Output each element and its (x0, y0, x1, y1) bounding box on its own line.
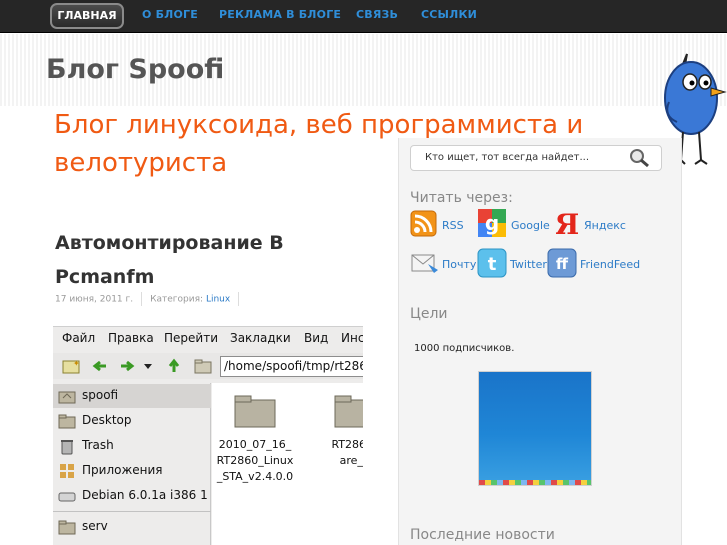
subscribe-friendfeed[interactable]: FriendFeed (580, 258, 640, 271)
home-icon (58, 391, 76, 404)
desktop-folder-icon (58, 414, 76, 429)
folder-icon (58, 520, 76, 535)
fm-side-label: Приложения (82, 463, 163, 477)
fm-side-item: Desktop (53, 409, 211, 433)
fm-path-field: /home/spoofi/tmp/rt2860 (220, 356, 363, 377)
subscribe-google[interactable]: Google (511, 219, 550, 232)
top-navigation: ГЛАВНАЯ О БЛОГЕ РЕКЛАМА В БЛОГЕ СВЯЗЬ СС… (0, 0, 727, 33)
goals-heading: Цели (410, 306, 448, 322)
history-dropdown-icon (144, 364, 152, 369)
rss-icon[interactable] (410, 210, 437, 237)
subscribe-email[interactable]: Почту (442, 258, 476, 271)
home-folder-icon (194, 359, 212, 374)
fm-side-item: Debian 6.0.1a i386 1 (53, 484, 211, 508)
fm-side-label: Trash (82, 438, 114, 452)
fm-file: 2010_07_16_ RT2860_Linux _STA_v2.4.0.0 (210, 393, 300, 485)
subscribe-twitter[interactable]: Twitter (510, 258, 547, 271)
fm-menubar: Файл Правка Перейти Закладки Вид Инс (53, 327, 363, 349)
fm-side-item: serv (53, 515, 211, 539)
nav-advertising[interactable]: РЕКЛАМА В БЛОГЕ (219, 8, 341, 21)
google-icon[interactable]: g (477, 208, 507, 238)
back-icon (92, 360, 106, 372)
fm-menu-view: Вид (304, 331, 329, 345)
goal-progress-image (478, 371, 592, 486)
svg-text:g: g (485, 211, 499, 235)
latest-news-heading: Последние новости (410, 527, 555, 543)
drive-icon (58, 492, 76, 502)
svg-text:✦: ✦ (73, 359, 80, 368)
forward-icon (121, 360, 135, 372)
nav-contact[interactable]: СВЯЗЬ (356, 8, 398, 21)
site-title[interactable]: Блог Spoofi (46, 54, 224, 85)
fm-sidebar: spoofi Desktop Trash Приложения Debian 6… (53, 383, 211, 545)
post-category-link[interactable]: Linux (206, 295, 230, 305)
twitter-icon[interactable]: t (477, 248, 507, 278)
fm-file-area: 2010_07_16_ RT2860_Linux _STA_v2.4.0.0 R… (212, 383, 363, 545)
subscribe-rss[interactable]: RSS (442, 219, 464, 232)
post-title[interactable]: Автомонтирование В Pcmanfm (55, 226, 355, 294)
fm-menu-bookmarks: Закладки (230, 331, 291, 345)
svg-text:t: t (488, 254, 497, 275)
new-tab-icon: ✦ (62, 359, 80, 374)
svg-text:ff: ff (556, 255, 569, 273)
folder-icon (234, 395, 276, 428)
yandex-icon[interactable]: Я (556, 208, 578, 238)
nav-home[interactable]: ГЛАВНАЯ (50, 3, 124, 29)
fm-menu-edit: Правка (108, 331, 154, 345)
fm-side-label: serv (82, 519, 108, 533)
up-icon (168, 358, 180, 372)
fm-side-item: spoofi (53, 384, 211, 408)
post-date: 17 июня, 2011 г. (55, 294, 134, 305)
post-screenshot: Файл Правка Перейти Закладки Вид Инс ✦ /… (53, 326, 363, 545)
svg-text:Я: Я (556, 208, 578, 238)
fm-menu-tools: Инс (341, 331, 363, 345)
search-input[interactable]: Кто ищет, тот всегда найдет... (410, 145, 662, 171)
post-category-label: Категория: (150, 294, 204, 305)
nav-links[interactable]: ССЫЛКИ (421, 8, 477, 21)
fm-side-label: spoofi (82, 388, 119, 402)
fm-side-item: Trash (53, 434, 211, 458)
subscribe-heading: Читать через: (410, 190, 513, 206)
friendfeed-icon[interactable]: ff (547, 248, 577, 278)
applications-icon (60, 464, 74, 478)
post-meta: 17 июня, 2011 г. Категория: Linux (55, 292, 247, 306)
search-icon[interactable] (628, 148, 650, 168)
subscribe-yandex[interactable]: Яндекс (584, 219, 626, 232)
mail-icon[interactable] (410, 250, 440, 276)
fm-menu-file: Файл (62, 331, 96, 345)
fm-side-label: Desktop (82, 413, 132, 427)
fm-side-label: Debian 6.0.1a i386 1 (82, 488, 208, 502)
trash-icon (61, 440, 73, 455)
nav-about[interactable]: О БЛОГЕ (142, 8, 198, 21)
goal-text: 1000 подписчиков. (414, 343, 515, 354)
fm-menu-go: Перейти (164, 331, 218, 345)
folder-icon (334, 395, 363, 428)
search-placeholder: Кто ищет, тот всегда найдет... (425, 152, 590, 163)
fm-file: RT2860_ are_V (310, 393, 363, 469)
fm-file-name: 2010_07_16_ RT2860_Linux _STA_v2.4.0.0 (216, 438, 294, 483)
fm-side-item: Приложения (53, 459, 211, 483)
fm-file-name: RT2860_ are_V (331, 438, 363, 467)
